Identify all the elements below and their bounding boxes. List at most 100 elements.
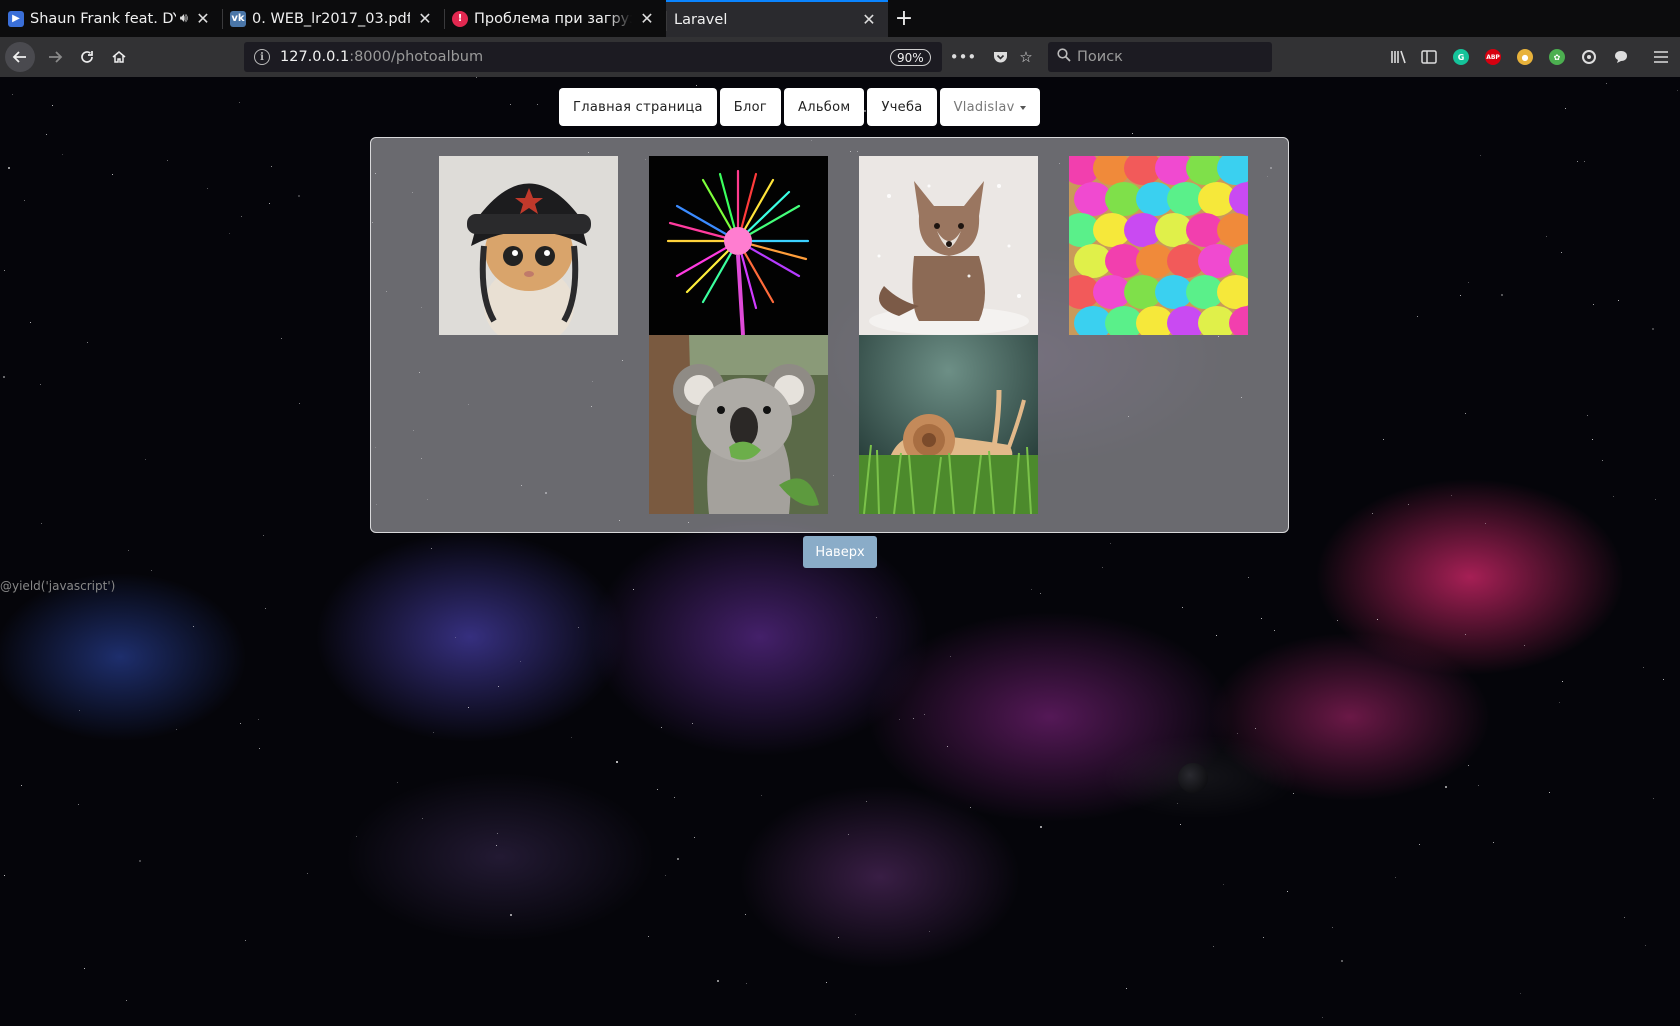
photo-cat-in-hat[interactable]: [439, 156, 618, 335]
photo-rainbow-dandelion[interactable]: [649, 156, 828, 335]
star: [1524, 645, 1525, 646]
star: [126, 1000, 127, 1001]
sync-icon[interactable]: [1578, 46, 1600, 68]
tab-video[interactable]: ▶ Shaun Frank feat. DYSON 🔊︎ ✕: [0, 0, 222, 37]
star: [145, 459, 146, 460]
star: [661, 727, 662, 728]
pocket-icon[interactable]: [989, 46, 1011, 68]
star: [578, 627, 579, 628]
star: [1602, 460, 1603, 461]
star: [1465, 413, 1466, 414]
star: [1040, 826, 1042, 828]
nav-home[interactable]: Главная страница: [559, 88, 717, 126]
nav-blog[interactable]: Блог: [719, 88, 782, 126]
zoom-indicator[interactable]: 90%: [890, 49, 931, 66]
library-icon[interactable]: [1388, 46, 1410, 68]
grammarly-icon[interactable]: G: [1450, 46, 1472, 68]
search-placeholder: Поиск: [1077, 49, 1123, 65]
url-host: 127.0.0.1: [280, 49, 350, 65]
reload-button[interactable]: [71, 41, 103, 73]
back-button[interactable]: [5, 42, 35, 72]
star: [1451, 495, 1452, 496]
star: [1501, 294, 1503, 296]
photo-album-panel: [370, 137, 1289, 533]
close-tab-icon[interactable]: ✕: [638, 9, 656, 28]
bookmark-star-icon[interactable]: ☆: [1015, 46, 1037, 68]
photo-snail[interactable]: [859, 335, 1038, 514]
close-tab-icon[interactable]: ✕: [194, 9, 212, 28]
sidebar-icon[interactable]: [1418, 46, 1440, 68]
star: [307, 873, 308, 874]
star: [1478, 785, 1479, 786]
scroll-to-top-button[interactable]: Наверх: [803, 536, 877, 568]
tab-title: Laravel: [674, 11, 728, 28]
photo-snow-fox[interactable]: [859, 156, 1038, 335]
star: [1341, 960, 1343, 962]
nav-album[interactable]: Альбом: [784, 88, 865, 126]
star: [151, 570, 152, 571]
green-extension-icon[interactable]: ✿: [1546, 46, 1568, 68]
page-actions-icon[interactable]: •••: [950, 46, 977, 68]
close-tab-icon[interactable]: ✕: [860, 10, 878, 29]
hamburger-menu-icon[interactable]: [1650, 46, 1672, 68]
star: [299, 403, 300, 404]
star: [970, 807, 971, 808]
photo-koala[interactable]: [649, 335, 828, 514]
chat-icon[interactable]: [1610, 46, 1632, 68]
tab-laravel[interactable]: Laravel ✕: [666, 0, 888, 37]
home-icon: [112, 51, 126, 63]
caret-down-icon: [1019, 106, 1026, 110]
star: [1624, 917, 1625, 918]
home-button[interactable]: [103, 41, 135, 73]
search-bar[interactable]: Поиск: [1048, 42, 1272, 72]
star: [1468, 765, 1469, 766]
tab-error[interactable]: ! Проблема при загрузке страницы ✕: [444, 0, 666, 37]
photo-colored-chicks[interactable]: [1069, 156, 1248, 335]
close-tab-icon[interactable]: ✕: [416, 9, 434, 28]
user-dropdown[interactable]: Vladislav: [939, 88, 1040, 126]
forward-button[interactable]: [39, 41, 71, 73]
star: [241, 216, 242, 217]
star: [1480, 155, 1481, 156]
star: [263, 535, 264, 536]
star: [41, 523, 42, 524]
star: [1562, 681, 1563, 682]
star: [1460, 295, 1461, 296]
star: [924, 714, 925, 715]
star: [866, 801, 867, 802]
star: [269, 203, 270, 204]
adblock-plus-icon[interactable]: ABP: [1482, 46, 1504, 68]
star: [1613, 496, 1614, 497]
star: [1618, 300, 1619, 301]
star: [1606, 83, 1607, 84]
star: [46, 134, 47, 135]
star: [1584, 161, 1585, 162]
star: [696, 85, 697, 86]
star: [176, 729, 177, 730]
star: [497, 833, 498, 834]
star: [62, 154, 63, 155]
vk-icon: vk: [230, 10, 246, 27]
star: [468, 707, 469, 708]
star: [476, 77, 477, 78]
tab-title: Shaun Frank feat. DYSON: [30, 10, 176, 27]
tab-pdf[interactable]: vk 0. WEB_lr2017_03.pdf ✕: [222, 0, 444, 37]
star: [665, 875, 666, 876]
star: [431, 548, 432, 549]
new-tab-button[interactable]: +: [888, 0, 920, 37]
star: [1663, 679, 1664, 680]
speaker-icon[interactable]: 🔊︎: [180, 11, 188, 26]
star: [4, 875, 5, 876]
site-info-icon[interactable]: i: [254, 49, 270, 65]
nav-study[interactable]: Учеба: [867, 88, 937, 126]
star: [1549, 792, 1550, 793]
tampermonkey-icon[interactable]: ●: [1514, 46, 1536, 68]
star: [717, 980, 719, 982]
star: [239, 102, 240, 103]
arrow-right-icon: [49, 51, 63, 63]
star: [1592, 439, 1593, 440]
url-bar[interactable]: i 127.0.0.1:8000/photoalbum 90% ••• ☆: [244, 42, 1033, 72]
star: [929, 931, 930, 932]
star: [1177, 803, 1178, 804]
star: [298, 195, 300, 197]
